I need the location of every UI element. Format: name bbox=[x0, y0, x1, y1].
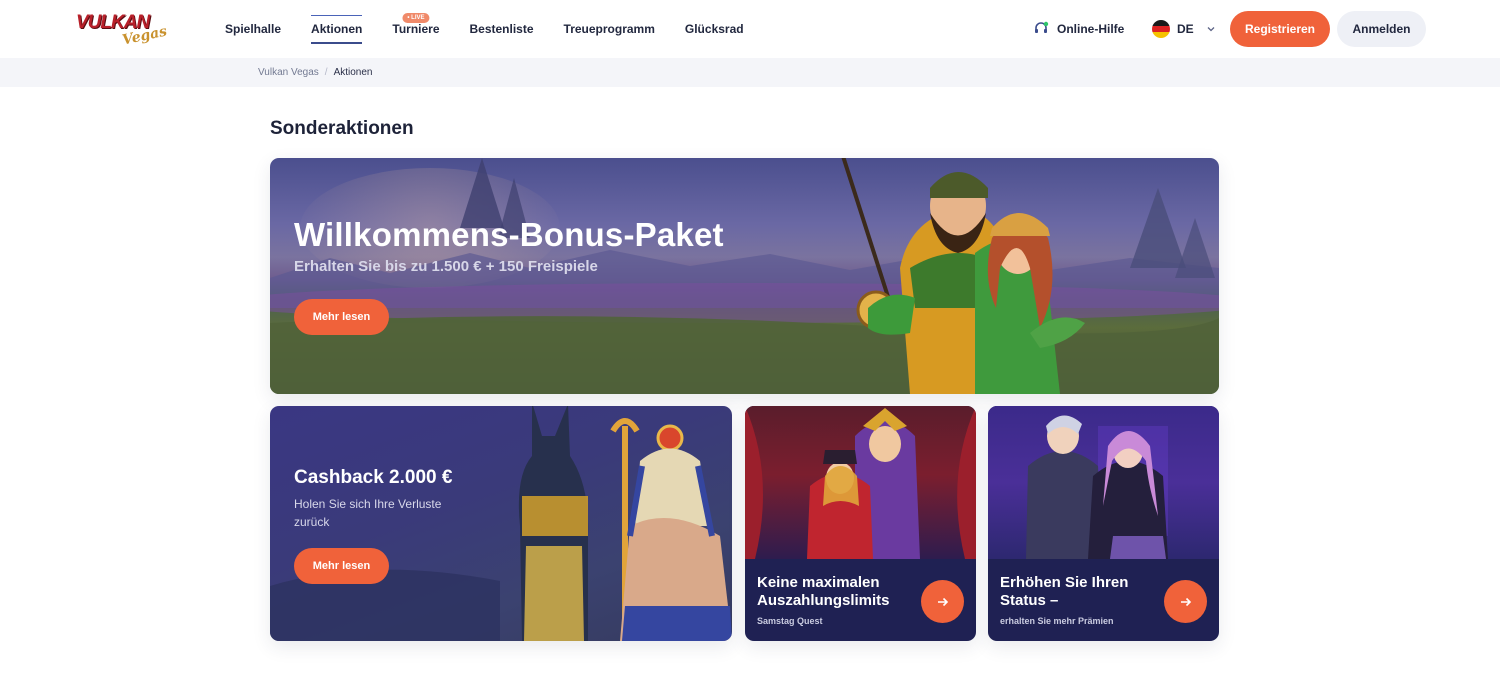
cashback-subtitle: Holen Sie sich Ihre Verluste zurück bbox=[294, 497, 442, 529]
landscape-illustration bbox=[270, 158, 1219, 394]
cashback-title: Cashback 2.000 € bbox=[294, 467, 453, 488]
nav-label: Glücksrad bbox=[684, 22, 744, 36]
nav-label: Spielhalle bbox=[225, 22, 282, 36]
main-nav: Spielhalle Aktionen • LIVE Turniere Best… bbox=[210, 0, 759, 58]
breadcrumb-current: Aktionen bbox=[333, 67, 373, 78]
nav-label: Aktionen bbox=[311, 22, 363, 36]
chevron-down-icon bbox=[1207, 27, 1215, 32]
register-button[interactable]: Registrieren bbox=[1230, 11, 1330, 47]
nav-label: Treueprogramm bbox=[563, 22, 655, 36]
nav-item-aktionen[interactable]: Aktionen bbox=[296, 0, 377, 58]
card-title: Erhöhen Sie Ihren Status – bbox=[1000, 574, 1129, 609]
nav-item-treueprogramm[interactable]: Treueprogramm bbox=[549, 0, 670, 58]
breadcrumb-bar: Vulkan Vegas / Aktionen bbox=[0, 58, 1500, 87]
nav-label: Bestenliste bbox=[469, 22, 534, 36]
status-characters bbox=[1026, 415, 1168, 559]
arrow-right-icon bbox=[937, 597, 948, 606]
status-arrow-button[interactable] bbox=[1164, 580, 1207, 623]
cashback-card[interactable]: Cashback 2.000 € Holen Sie sich Ihre Ver… bbox=[270, 406, 732, 641]
language-code: DE bbox=[1177, 22, 1194, 36]
nav-item-spielhalle[interactable]: Spielhalle bbox=[210, 0, 296, 58]
welcome-bonus-banner[interactable]: Willkommens-Bonus-Paket Erhalten Sie bis… bbox=[270, 158, 1219, 394]
saturday-quest-card[interactable]: Keine maximalen Auszahlungslimits Samsta… bbox=[745, 406, 976, 641]
cyber-characters-illustration bbox=[988, 406, 1219, 559]
page-title: Sonderaktionen bbox=[270, 118, 414, 139]
arrow-right-icon bbox=[1180, 597, 1191, 606]
loyalty-status-card[interactable]: Erhöhen Sie Ihren Status – erhalten Sie … bbox=[988, 406, 1219, 641]
site-header: VULKAN Vegas Spielhalle Aktionen • LIVE … bbox=[0, 0, 1500, 58]
breadcrumb: Vulkan Vegas / Aktionen bbox=[258, 67, 373, 78]
breadcrumb-separator: / bbox=[324, 67, 328, 78]
breadcrumb-home[interactable]: Vulkan Vegas bbox=[258, 67, 319, 78]
nav-label: Turniere bbox=[392, 22, 440, 36]
card-subtitle: Samstag Quest bbox=[757, 616, 823, 626]
cashback-read-more-button[interactable]: Mehr lesen bbox=[294, 548, 389, 584]
vulkan-vegas-logo[interactable]: VULKAN Vegas bbox=[74, 10, 168, 49]
headset-icon bbox=[1035, 21, 1049, 33]
quest-arrow-button[interactable] bbox=[921, 580, 964, 623]
hero-read-more-button[interactable]: Mehr lesen bbox=[294, 299, 389, 335]
hero-subtitle: Erhalten Sie bis zu 1.500 € + 150 Freisp… bbox=[294, 258, 598, 275]
nav-item-bestenliste[interactable]: Bestenliste bbox=[455, 0, 549, 58]
circus-characters bbox=[745, 406, 976, 559]
login-button[interactable]: Anmelden bbox=[1337, 11, 1426, 47]
card-title: Keine maximalen Auszahlungslimits bbox=[757, 574, 890, 609]
card-subtitle: erhalten Sie mehr Prämien bbox=[1000, 616, 1114, 626]
germany-flag-icon bbox=[1152, 20, 1170, 38]
nav-item-gluecksrad[interactable]: Glücksrad bbox=[670, 0, 759, 58]
nav-item-turniere[interactable]: • LIVE Turniere bbox=[377, 0, 454, 58]
language-selector[interactable]: DE bbox=[1152, 18, 1216, 40]
circus-illustration bbox=[745, 406, 976, 559]
live-badge: • LIVE bbox=[402, 13, 430, 23]
online-help-link[interactable]: Online-Hilfe bbox=[1033, 18, 1124, 40]
help-label: Online-Hilfe bbox=[1057, 22, 1125, 36]
hero-title: Willkommens-Bonus-Paket bbox=[294, 216, 724, 253]
